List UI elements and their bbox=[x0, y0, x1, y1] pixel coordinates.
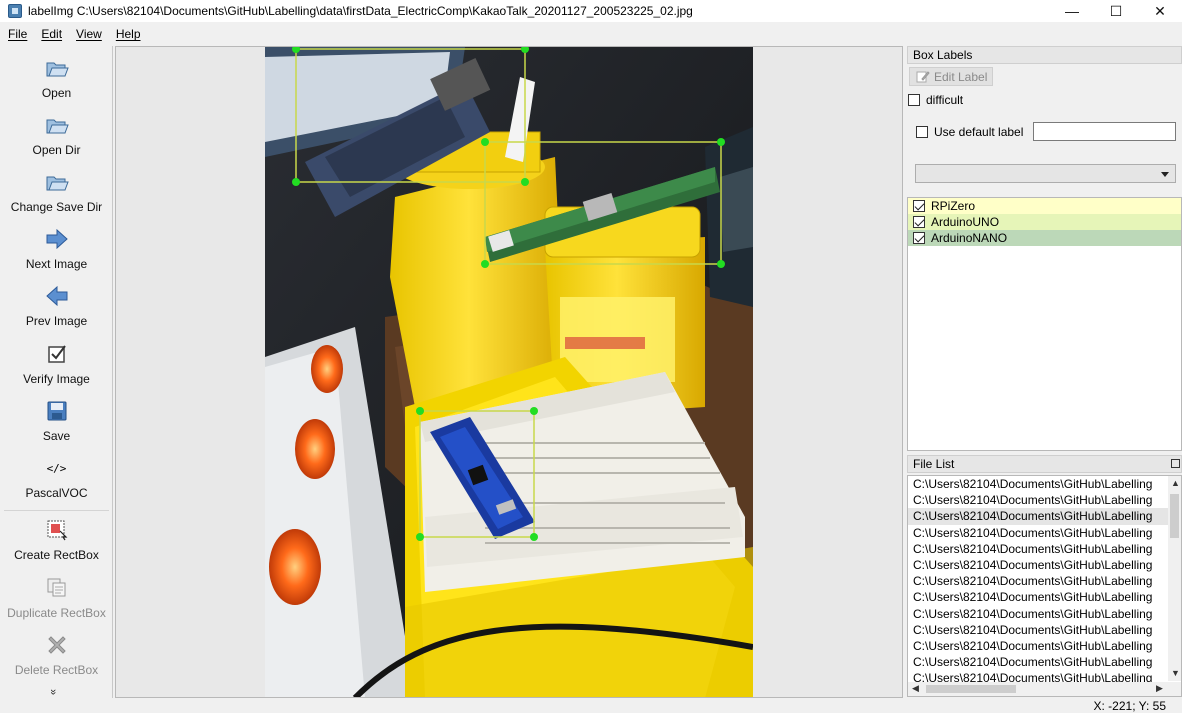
file-list-item[interactable]: C:\Users\82104\Documents\GitHub\Labellin… bbox=[908, 622, 1170, 638]
label-visible-checkbox[interactable] bbox=[913, 232, 925, 244]
label-item-text: ArduinoNANO bbox=[931, 231, 1008, 245]
file-list-dock-title: File List bbox=[907, 455, 1182, 473]
save-label: Save bbox=[42, 429, 71, 443]
edit-pencil-icon bbox=[916, 71, 930, 83]
vertical-scrollbar[interactable]: ▲ ▼ bbox=[1168, 476, 1181, 681]
box-labels-dock-title: Box Labels bbox=[907, 46, 1182, 64]
create-rectbox-label: Create RectBox bbox=[14, 548, 99, 562]
change-save-dir-button[interactable]: Change Save Dir bbox=[0, 170, 113, 214]
edit-label-text: Edit Label bbox=[934, 69, 988, 84]
use-default-label-text: Use default label bbox=[934, 125, 1024, 139]
folder-icon bbox=[45, 113, 69, 137]
create-rectbox-icon bbox=[45, 518, 69, 542]
window-controls: — ☐ ✕ bbox=[1050, 0, 1182, 22]
prev-image-label: Prev Image bbox=[25, 314, 88, 328]
label-combo-box[interactable] bbox=[915, 164, 1176, 183]
delete-rectbox-button[interactable]: Delete RectBox bbox=[0, 633, 113, 677]
duplicate-icon bbox=[45, 576, 69, 600]
floppy-save-icon bbox=[45, 399, 69, 423]
vertical-scroll-thumb[interactable] bbox=[1170, 494, 1179, 538]
file-list-item[interactable]: C:\Users\82104\Documents\GitHub\Labellin… bbox=[908, 557, 1170, 573]
file-list-item[interactable]: C:\Users\82104\Documents\GitHub\Labellin… bbox=[908, 492, 1170, 508]
edit-label-button[interactable]: Edit Label bbox=[909, 67, 993, 86]
menu-bar: File Edit View Help bbox=[0, 24, 1182, 44]
labelimg-app-icon bbox=[8, 4, 22, 18]
label-list: RPiZero ArduinoUNO ArduinoNANO bbox=[907, 197, 1182, 451]
label-item-text: RPiZero bbox=[931, 199, 976, 213]
label-visible-checkbox[interactable] bbox=[913, 216, 925, 228]
scroll-down-icon[interactable]: ▼ bbox=[1171, 668, 1180, 678]
image-canvas[interactable] bbox=[115, 46, 903, 698]
tools-toolbar: Open Open Dir Change Save Dir Next Image… bbox=[0, 46, 113, 698]
file-list-item[interactable]: C:\Users\82104\Documents\GitHub\Labellin… bbox=[908, 541, 1170, 557]
open-button[interactable]: Open bbox=[0, 56, 113, 100]
code-format-icon: </> bbox=[46, 461, 67, 475]
minimize-button[interactable]: — bbox=[1050, 0, 1094, 22]
title-bar: labelImg C:\Users\82104\Documents\GitHub… bbox=[0, 0, 1182, 22]
scroll-left-icon[interactable]: ◀ bbox=[912, 683, 919, 694]
verify-image-button[interactable]: Verify Image bbox=[0, 342, 113, 386]
menu-edit[interactable]: Edit bbox=[33, 27, 68, 41]
arrow-left-icon bbox=[45, 284, 69, 308]
delete-x-icon bbox=[45, 633, 69, 657]
file-list-item[interactable]: C:\Users\82104\Documents\GitHub\Labellin… bbox=[908, 476, 1170, 492]
label-item-arduinonano[interactable]: ArduinoNANO bbox=[908, 230, 1181, 246]
difficult-label: difficult bbox=[926, 93, 964, 107]
status-bar: X: -221; Y: 55 bbox=[0, 698, 1182, 713]
file-list-item[interactable]: C:\Users\82104\Documents\GitHub\Labellin… bbox=[908, 589, 1170, 605]
default-label-input[interactable] bbox=[1033, 122, 1176, 141]
delete-rectbox-label: Delete RectBox bbox=[14, 663, 99, 677]
cursor-coordinates: X: -221; Y: 55 bbox=[1093, 699, 1167, 713]
next-image-button[interactable]: Next Image bbox=[0, 227, 113, 271]
open-dir-button[interactable]: Open Dir bbox=[0, 113, 113, 157]
annotated-photo bbox=[265, 47, 753, 697]
prev-image-button[interactable]: Prev Image bbox=[0, 284, 113, 328]
format-pascalvoc-button[interactable]: </> PascalVOC bbox=[0, 456, 113, 501]
dock-float-icon[interactable] bbox=[1171, 459, 1180, 468]
checkbox-verify-icon bbox=[45, 342, 69, 366]
file-list-item[interactable]: C:\Users\82104\Documents\GitHub\Labellin… bbox=[908, 525, 1170, 541]
format-label: PascalVOC bbox=[25, 486, 88, 500]
label-item-text: ArduinoUNO bbox=[931, 215, 1000, 229]
duplicate-rectbox-label: Duplicate RectBox bbox=[7, 606, 106, 620]
folder-save-icon bbox=[45, 170, 69, 194]
save-button[interactable]: Save bbox=[0, 399, 113, 443]
arrow-right-icon bbox=[45, 227, 69, 251]
menu-view[interactable]: View bbox=[68, 27, 108, 41]
open-label: Open bbox=[41, 86, 72, 100]
file-list-item[interactable]: C:\Users\82104\Documents\GitHub\Labellin… bbox=[908, 573, 1170, 589]
menu-file[interactable]: File bbox=[0, 27, 33, 41]
file-list: C:\Users\82104\Documents\GitHub\Labellin… bbox=[907, 475, 1182, 697]
menu-help[interactable]: Help bbox=[108, 27, 147, 41]
verify-image-label: Verify Image bbox=[23, 372, 90, 386]
horizontal-scroll-thumb[interactable] bbox=[926, 685, 1016, 693]
difficult-checkbox-row[interactable]: difficult bbox=[908, 93, 963, 107]
close-button[interactable]: ✕ bbox=[1138, 0, 1182, 22]
file-list-item[interactable]: C:\Users\82104\Documents\GitHub\Labellin… bbox=[908, 606, 1170, 622]
duplicate-rectbox-button[interactable]: Duplicate RectBox bbox=[0, 576, 113, 620]
open-dir-label: Open Dir bbox=[32, 143, 81, 157]
toolbar-extension-chevron-icon[interactable]: » bbox=[47, 689, 59, 695]
scroll-up-icon[interactable]: ▲ bbox=[1171, 478, 1180, 488]
next-image-label: Next Image bbox=[25, 257, 88, 271]
file-list-item[interactable]: C:\Users\82104\Documents\GitHub\Labellin… bbox=[908, 638, 1170, 654]
window-title: labelImg C:\Users\82104\Documents\GitHub… bbox=[28, 4, 693, 18]
file-list-item[interactable]: C:\Users\82104\Documents\GitHub\Labellin… bbox=[908, 654, 1170, 670]
create-rectbox-button[interactable]: Create RectBox bbox=[0, 518, 113, 562]
difficult-checkbox[interactable] bbox=[908, 94, 920, 106]
scroll-right-icon[interactable]: ▶ bbox=[1156, 683, 1163, 694]
label-item-rpizero[interactable]: RPiZero bbox=[908, 198, 1181, 214]
use-default-label-checkbox[interactable] bbox=[916, 126, 928, 138]
use-default-label-row[interactable]: Use default label bbox=[916, 125, 1023, 139]
file-list-item[interactable]: C:\Users\82104\Documents\GitHub\Labellin… bbox=[908, 508, 1170, 525]
file-list-items: C:\Users\82104\Documents\GitHub\Labellin… bbox=[908, 476, 1181, 686]
change-save-dir-label: Change Save Dir bbox=[10, 200, 103, 214]
maximize-button[interactable]: ☐ bbox=[1094, 0, 1138, 22]
folder-open-icon bbox=[45, 56, 69, 80]
label-item-arduinouno[interactable]: ArduinoUNO bbox=[908, 214, 1181, 230]
horizontal-scrollbar[interactable]: ◀ ▶ bbox=[908, 682, 1181, 696]
chevron-down-icon bbox=[1161, 172, 1169, 177]
toolbar-separator bbox=[4, 510, 109, 511]
label-visible-checkbox[interactable] bbox=[913, 200, 925, 212]
